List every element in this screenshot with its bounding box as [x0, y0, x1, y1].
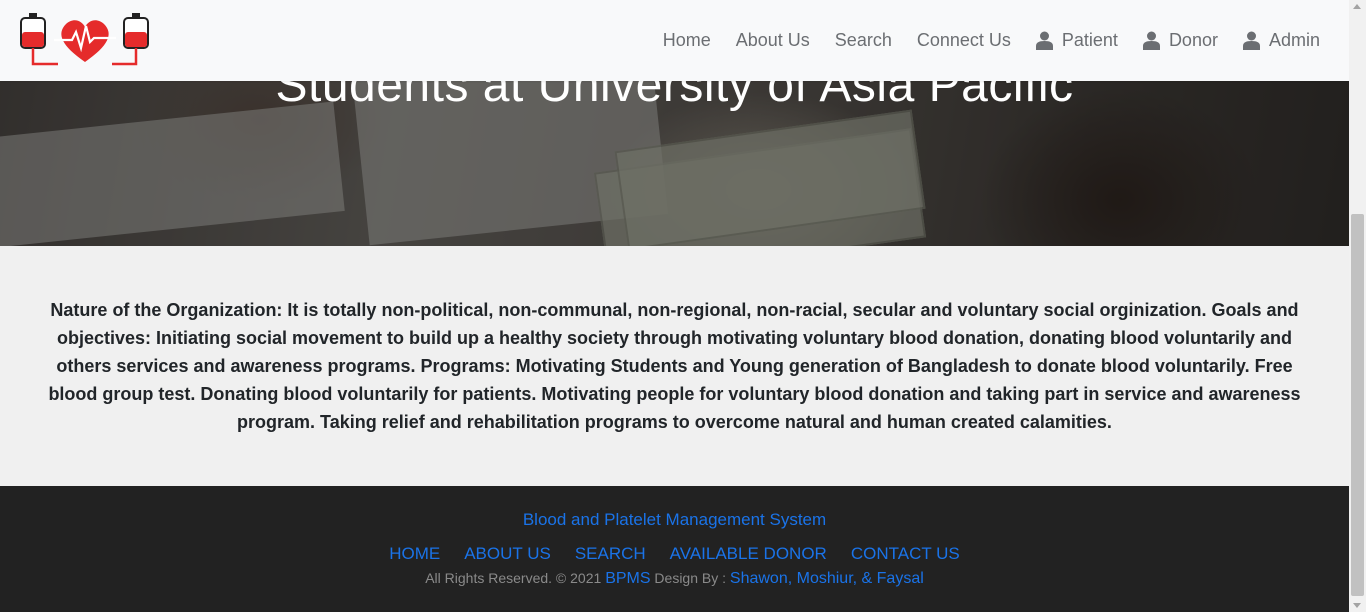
nav-admin[interactable]: Admin	[1242, 30, 1320, 51]
nav-donor-label: Donor	[1168, 30, 1218, 50]
vertical-scrollbar[interactable]	[1349, 0, 1366, 612]
footer-link-available-donor[interactable]: AVAILABLE DONOR	[670, 544, 827, 564]
scroll-down-arrow-icon[interactable]	[1353, 603, 1361, 608]
footer: Blood and Platelet Management System HOM…	[0, 486, 1349, 612]
scrollbar-thumb[interactable]	[1351, 214, 1364, 596]
nav-admin-label: Admin	[1268, 30, 1320, 50]
nav-about-us[interactable]: About Us	[736, 30, 810, 51]
footer-links: HOME ABOUT US SEARCH AVAILABLE DONOR CON…	[0, 544, 1349, 564]
footer-link-about-us[interactable]: ABOUT US	[464, 544, 551, 564]
navbar: Home About Us Search Connect Us Patient …	[0, 0, 1349, 81]
nav-donor[interactable]: Donor	[1142, 30, 1218, 51]
main-nav: Home About Us Search Connect Us Patient …	[638, 0, 1320, 81]
nav-home[interactable]: Home	[663, 30, 711, 51]
design-by-text: Design By :	[654, 570, 727, 586]
footer-link-home[interactable]: HOME	[389, 544, 440, 564]
brand-link[interactable]: BPMS	[605, 570, 650, 587]
copyright-text: All Rights Reserved. © 2021	[425, 570, 602, 586]
user-icon	[1142, 31, 1160, 50]
nav-patient[interactable]: Patient	[1035, 30, 1118, 51]
footer-link-search[interactable]: SEARCH	[575, 544, 646, 564]
scroll-up-arrow-icon[interactable]	[1353, 4, 1361, 9]
footer-title: Blood and Platelet Management System	[522, 510, 827, 529]
nav-search[interactable]: Search	[835, 30, 892, 51]
footer-link-contact-us[interactable]: CONTACT US	[851, 544, 960, 564]
nav-patient-label: Patient	[1061, 30, 1118, 50]
blood-bag-heartbeat-logo[interactable]	[18, 12, 152, 68]
authors-link[interactable]: Shawon, Moshiur, & Faysal	[730, 570, 924, 587]
footer-copyright: All Rights Reserved. © 2021 BPMS Design …	[0, 570, 1349, 588]
user-icon	[1035, 31, 1053, 50]
about-text: Nature of the Organization: It is totall…	[48, 300, 1301, 432]
user-icon	[1242, 31, 1260, 50]
nav-connect-us[interactable]: Connect Us	[917, 30, 1011, 51]
